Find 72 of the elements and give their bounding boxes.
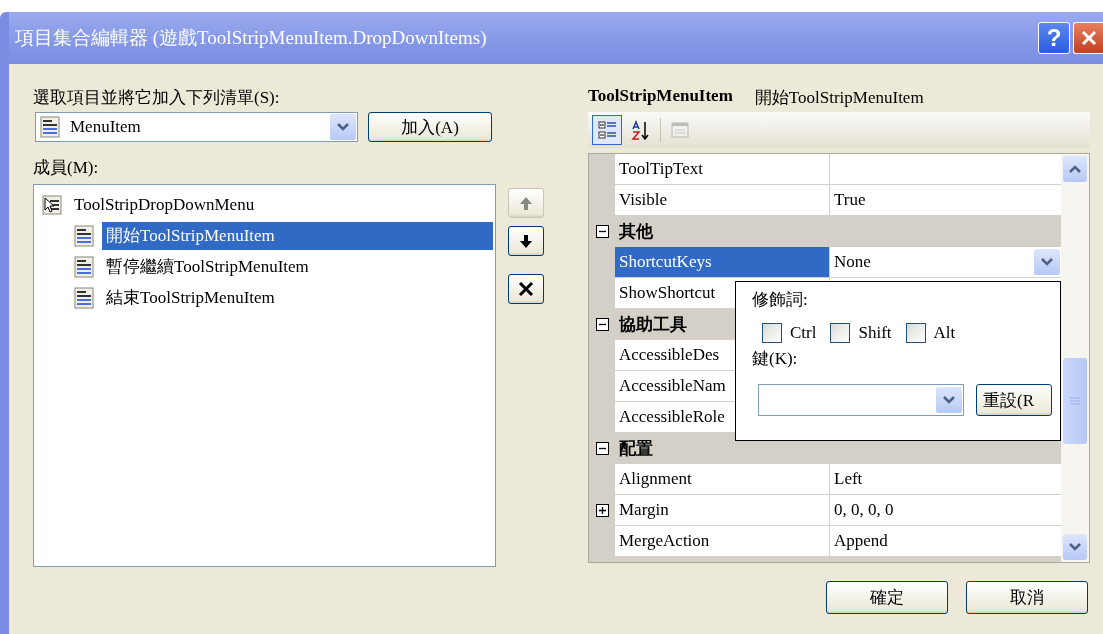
expand-toggle[interactable] — [595, 503, 609, 517]
category-header: 配置 — [618, 438, 653, 460]
scrollbar[interactable] — [1061, 154, 1089, 562]
type-dropdown[interactable]: MenuItem — [35, 112, 358, 142]
property-value: Append — [834, 531, 889, 551]
object-type: ToolStripMenuItem — [588, 86, 733, 107]
property-name[interactable]: ToolTipText — [615, 154, 830, 184]
category-header: 其他 — [618, 221, 653, 243]
modifiers-label: 修飾詞: — [752, 289, 809, 311]
tree-item[interactable]: ToolStripDropDownMenu — [70, 190, 259, 219]
cancel-button[interactable]: 取消 — [966, 581, 1088, 614]
menu-item-icon — [74, 255, 94, 278]
collapse-icon — [595, 225, 609, 238]
members-tree[interactable]: ToolStripDropDownMenu 開始ToolStripMenuItem 暫停繼續ToolStripMenuItem 結束ToolStripMenuItem — [33, 184, 496, 567]
window-title: 項目集合編輯器 (遊戲ToolStripMenuItem.DropDownItems) — [15, 26, 488, 50]
field-label: 選取項目並將它加入下列清單(S): — [33, 87, 281, 108]
object-name: 開始ToolStripMenuItem — [754, 87, 924, 108]
category-toggle[interactable] — [595, 318, 609, 331]
scroll-thumb[interactable] — [1063, 358, 1087, 444]
property-pages-icon — [670, 120, 690, 140]
list-label: 成員(M): — [33, 157, 100, 178]
dropdown-value: MenuItem — [70, 117, 142, 137]
close-icon — [1080, 30, 1097, 46]
property-value: Left — [834, 469, 864, 489]
dropdown-button[interactable] — [330, 114, 356, 140]
close-button[interactable] — [1073, 22, 1103, 54]
collapse-icon — [595, 318, 609, 331]
value-cell[interactable] — [830, 154, 1061, 184]
add-button[interactable]: 加入(A) — [368, 112, 492, 142]
checkbox[interactable]: Alt — [905, 323, 956, 343]
key-label: 鍵(K): — [752, 348, 799, 370]
menu-item-icon — [74, 224, 94, 247]
menu-item-icon — [74, 286, 94, 309]
checkbox[interactable]: Shift — [830, 323, 892, 343]
property-value: None — [834, 252, 872, 272]
property-value: 0, 0, 0, 0 — [834, 500, 895, 520]
reset-button[interactable]: 重設(R — [976, 384, 1052, 416]
scroll-up-icon — [1068, 164, 1082, 174]
dropdown-button[interactable] — [1034, 249, 1060, 275]
category-header: 協助工具 — [618, 314, 687, 336]
delete-icon — [518, 280, 534, 298]
category-toggle[interactable] — [595, 225, 609, 238]
scroll-down-icon — [1068, 542, 1082, 552]
move-down-button[interactable] — [508, 226, 544, 256]
menu-icon — [42, 194, 62, 215]
tree-item[interactable]: 結束ToolStripMenuItem — [102, 283, 279, 312]
property-name[interactable]: ShortcutKeys — [615, 247, 830, 277]
property-name[interactable]: Margin — [615, 495, 830, 525]
checkbox[interactable]: Ctrl — [762, 323, 817, 343]
chevron-down-icon — [1040, 257, 1054, 267]
collapse-icon — [595, 442, 609, 455]
categorized-button[interactable] — [592, 115, 622, 145]
ok-button[interactable]: 確定 — [826, 581, 948, 614]
property-name[interactable]: MergeAction — [615, 526, 830, 556]
sort-az-icon — [631, 120, 651, 140]
help-button[interactable]: ? — [1038, 22, 1070, 54]
categorized-icon — [597, 120, 617, 140]
property-name[interactable]: Visible — [615, 185, 830, 215]
menu-item-icon — [40, 116, 60, 138]
key-dropdown[interactable] — [758, 384, 964, 416]
delete-button[interactable] — [508, 274, 544, 304]
property-value: True — [834, 190, 867, 210]
expand-icon — [595, 503, 609, 517]
chevron-down-icon — [336, 122, 350, 132]
arrow-down-icon — [518, 232, 534, 250]
category-toggle[interactable] — [595, 442, 609, 455]
tree-item[interactable]: 暫停繼續ToolStripMenuItem — [102, 252, 313, 281]
dropdown-button[interactable] — [936, 387, 962, 413]
property-name[interactable]: Alignment — [615, 464, 830, 494]
grip-icon — [1070, 397, 1080, 405]
tree-item[interactable]: 開始ToolStripMenuItem — [102, 221, 493, 250]
chevron-down-icon — [942, 395, 956, 405]
